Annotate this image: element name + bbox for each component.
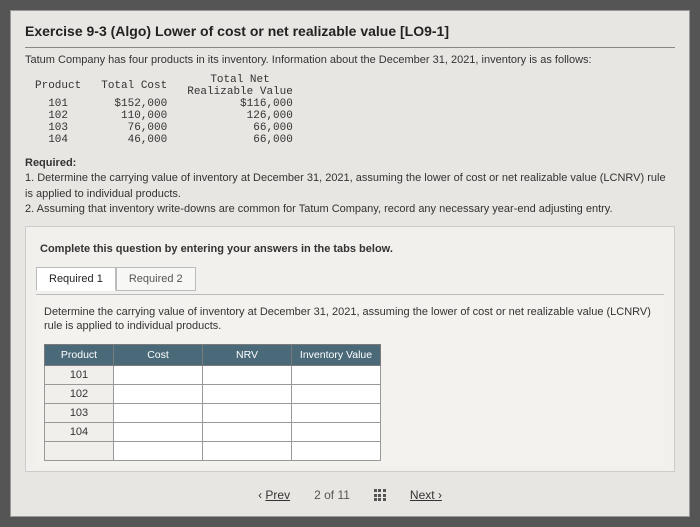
table-row: 102110,000126,000: [25, 110, 303, 122]
cost-input-104[interactable]: [114, 423, 202, 441]
table-row: 102: [45, 385, 381, 404]
intro-text: Tatum Company has four products in its i…: [25, 54, 675, 66]
inv-value-input-104[interactable]: [292, 423, 380, 441]
nrv-input-101[interactable]: [203, 366, 291, 384]
page-position: 2 of 11: [314, 488, 350, 502]
nrv-total-input[interactable]: [203, 442, 291, 460]
next-label: Next: [410, 488, 435, 502]
table-row: 101$152,000$116,000: [25, 98, 303, 110]
pager: ‹ Prev 2 of 11 Next ›: [25, 480, 675, 504]
required-header: Required:: [25, 156, 675, 171]
table-row-total: [45, 442, 381, 461]
cost-input-101[interactable]: [114, 366, 202, 384]
ans-row-product: 102: [45, 385, 114, 404]
panel-instruction: Complete this question by entering your …: [36, 237, 664, 267]
ans-col-product: Product: [45, 345, 114, 366]
nrv-input-103[interactable]: [203, 404, 291, 422]
inv-value-input-101[interactable]: [292, 366, 380, 384]
ans-col-cost: Cost: [114, 345, 203, 366]
table-row: 103: [45, 404, 381, 423]
ans-row-product: 103: [45, 404, 114, 423]
divider: [25, 47, 675, 48]
inventory-data-table: Product Total Cost Total Net Realizable …: [25, 74, 303, 146]
ans-row-total-label: [45, 442, 114, 461]
nrv-input-104[interactable]: [203, 423, 291, 441]
inv-value-input-103[interactable]: [292, 404, 380, 422]
cost-input-102[interactable]: [114, 385, 202, 403]
tab-content-required-1: Determine the carrying value of inventor…: [36, 294, 664, 466]
cost-input-103[interactable]: [114, 404, 202, 422]
answer-table: Product Cost NRV Inventory Value 101 102: [44, 344, 381, 461]
prev-label: Prev: [265, 488, 290, 502]
required-item-2: 2. Assuming that inventory write-downs a…: [25, 202, 675, 217]
next-button[interactable]: Next ›: [410, 488, 442, 502]
required-item-1: 1. Determine the carrying value of inven…: [25, 171, 675, 202]
prev-button[interactable]: ‹ Prev: [258, 488, 290, 502]
ans-col-nrv: NRV: [203, 345, 292, 366]
page-title: Exercise 9-3 (Algo) Lower of cost or net…: [25, 19, 675, 47]
tab-required-1[interactable]: Required 1: [36, 267, 116, 291]
ans-col-inventory-value: Inventory Value: [292, 345, 381, 366]
tabs: Required 1 Required 2: [36, 267, 664, 291]
tab-required-2[interactable]: Required 2: [116, 267, 196, 291]
table-row: 101: [45, 366, 381, 385]
inv-value-input-102[interactable]: [292, 385, 380, 403]
nrv-input-102[interactable]: [203, 385, 291, 403]
table-row: 104: [45, 423, 381, 442]
table-row: 10446,00066,000: [25, 134, 303, 146]
required-block: Required: 1. Determine the carrying valu…: [25, 156, 675, 218]
ans-row-product: 104: [45, 423, 114, 442]
inv-value-total-input[interactable]: [292, 442, 380, 460]
col-total-nrv: Total Net Realizable Value: [177, 74, 303, 98]
col-total-cost: Total Cost: [91, 74, 177, 98]
table-row: 10376,00066,000: [25, 122, 303, 134]
chevron-right-icon: ›: [438, 488, 442, 502]
ans-row-product: 101: [45, 366, 114, 385]
col-product: Product: [25, 74, 91, 98]
chevron-left-icon: ‹: [258, 488, 262, 502]
cost-total-input[interactable]: [114, 442, 202, 460]
answer-panel: Complete this question by entering your …: [25, 226, 675, 473]
grid-icon[interactable]: [374, 489, 386, 501]
tab-description: Determine the carrying value of inventor…: [44, 305, 656, 335]
